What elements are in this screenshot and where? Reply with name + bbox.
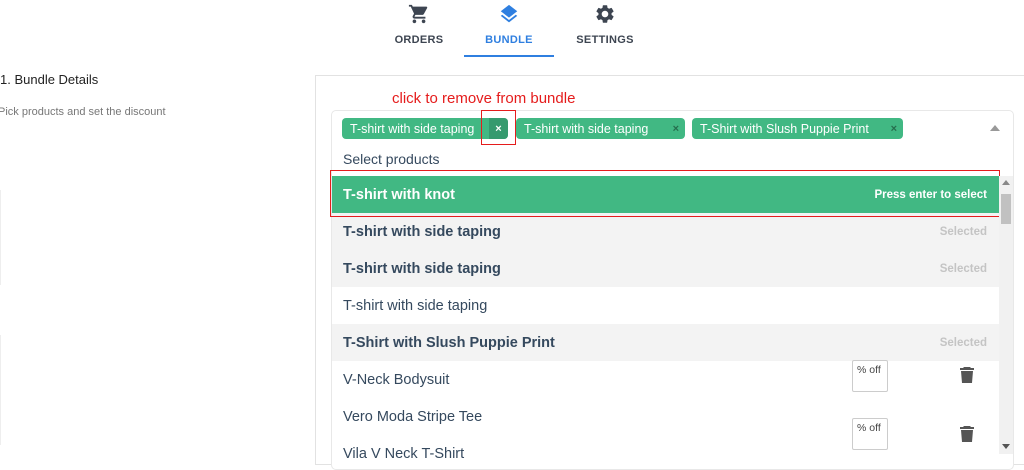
option-label: V-Neck Bodysuit bbox=[343, 371, 450, 388]
option-hint: Selected bbox=[939, 225, 987, 238]
option-hint: Selected bbox=[939, 336, 987, 349]
option-label: T-shirt with side taping bbox=[343, 260, 501, 277]
trash-icon[interactable] bbox=[960, 366, 974, 384]
product-search-input[interactable] bbox=[343, 148, 643, 170]
gear-icon bbox=[594, 1, 616, 27]
top-tab-bar: ORDERS BUNDLE SETTINGS bbox=[0, 0, 1024, 60]
scroll-up-icon[interactable] bbox=[1002, 180, 1010, 185]
remove-tag-icon[interactable]: × bbox=[673, 118, 679, 139]
option-label: T-shirt with side taping bbox=[343, 297, 488, 314]
option-item[interactable]: T-shirt with side taping Selected bbox=[332, 250, 999, 287]
option-item[interactable]: V-Neck Bodysuit bbox=[332, 361, 999, 398]
selected-tag: T-shirt with side taping × bbox=[516, 118, 685, 139]
option-label: T-shirt with side taping bbox=[343, 223, 501, 240]
option-item[interactable]: T-shirt with side taping bbox=[332, 287, 999, 324]
option-item[interactable]: T-shirt with side taping Selected bbox=[332, 213, 999, 250]
divider bbox=[0, 335, 1, 445]
tag-label: T-shirt with side taping bbox=[350, 121, 475, 136]
tab-settings[interactable]: SETTINGS bbox=[570, 0, 640, 57]
selected-tag: T-Shirt with Slush Puppie Print × bbox=[692, 118, 903, 139]
dropdown-scrollbar[interactable] bbox=[999, 176, 1013, 454]
tab-orders[interactable]: ORDERS bbox=[388, 0, 450, 57]
option-item[interactable]: Vila V Neck T-Shirt bbox=[332, 435, 999, 461]
option-label: Vero Moda Stripe Tee bbox=[343, 408, 483, 425]
tag-label: T-shirt with side taping bbox=[524, 121, 649, 136]
option-item[interactable]: Vero Moda Stripe Tee bbox=[332, 398, 999, 435]
trash-icon[interactable] bbox=[960, 425, 974, 443]
discount-field[interactable]: % off bbox=[852, 360, 888, 392]
option-hint: Selected bbox=[939, 262, 987, 275]
option-item[interactable]: T-Shirt with Slush Puppie Print Selected bbox=[332, 324, 999, 361]
tab-bundle[interactable]: BUNDLE bbox=[464, 0, 554, 57]
tag-label: T-Shirt with Slush Puppie Print bbox=[700, 121, 869, 136]
divider bbox=[0, 190, 1, 285]
annotation-box-option bbox=[330, 170, 1000, 217]
active-tab-indicator bbox=[464, 55, 554, 57]
section-subtitle: Pick products and set the discount bbox=[0, 106, 166, 118]
tab-bundle-label: BUNDLE bbox=[485, 34, 533, 46]
scroll-down-icon[interactable] bbox=[1002, 444, 1010, 449]
option-label: T-Shirt with Slush Puppie Print bbox=[343, 334, 555, 351]
dropdown-caret-icon[interactable] bbox=[990, 125, 1000, 131]
scroll-thumb[interactable] bbox=[1001, 194, 1011, 224]
annotation-box-remove bbox=[481, 110, 516, 145]
remove-tag-icon[interactable]: × bbox=[891, 118, 897, 139]
section-title: 1. Bundle Details bbox=[0, 72, 99, 87]
tab-orders-label: ORDERS bbox=[394, 34, 444, 46]
layers-icon bbox=[498, 1, 520, 27]
tab-settings-label: SETTINGS bbox=[576, 34, 634, 46]
discount-field[interactable]: % off bbox=[852, 418, 888, 450]
cart-icon bbox=[408, 1, 430, 27]
annotation-text: click to remove from bundle bbox=[392, 90, 576, 107]
options-list: T-shirt with knot Press enter to select … bbox=[332, 176, 999, 460]
